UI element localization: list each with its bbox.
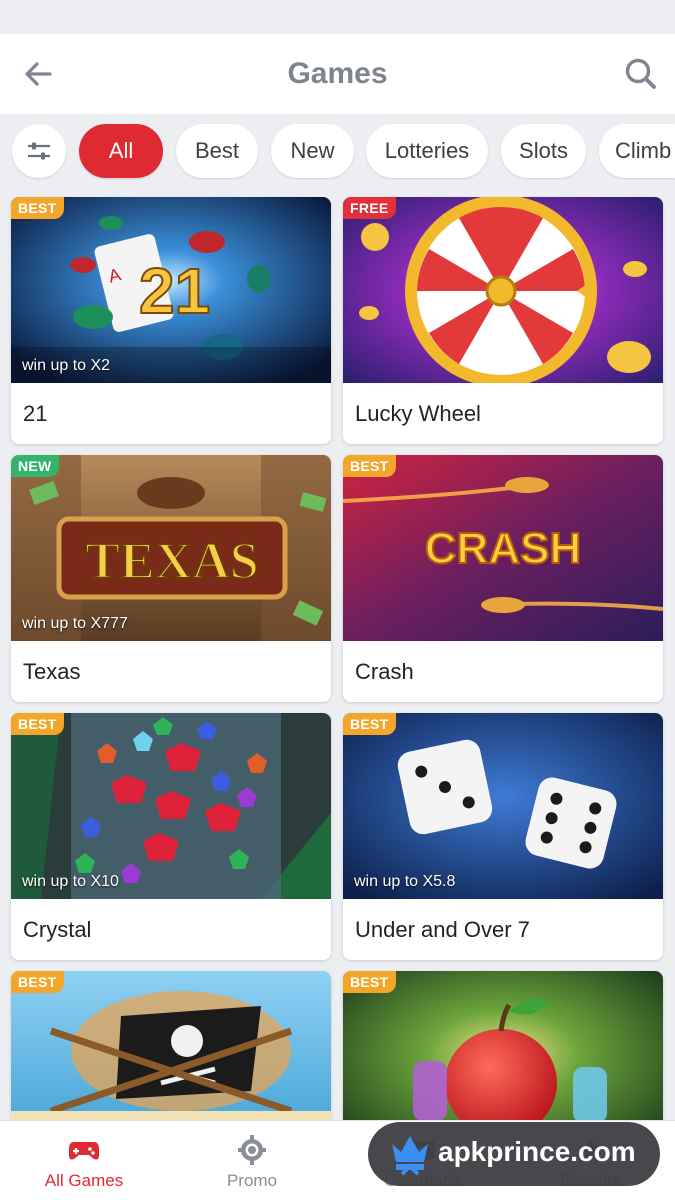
- game-badge: BEST: [343, 713, 396, 735]
- page-title: Games: [287, 57, 388, 90]
- game-card-crash[interactable]: CRASH BEST Crash: [343, 455, 663, 702]
- filter-settings-icon[interactable]: [12, 124, 66, 178]
- game-title: Texas: [23, 659, 81, 684]
- game-card-apple[interactable]: BEST: [343, 971, 663, 1120]
- win-multiplier: win up to X2: [22, 357, 111, 374]
- nav-promo[interactable]: Promo: [168, 1121, 336, 1200]
- art-title-texas: TEXAS: [85, 533, 258, 590]
- chip-new[interactable]: New: [271, 124, 354, 178]
- game-badge: FREE: [343, 197, 396, 219]
- game-badge: BEST: [11, 971, 64, 993]
- game-art: CRASH: [343, 455, 663, 641]
- game-badge: BEST: [343, 971, 396, 993]
- watermark-text: apkprince.com: [438, 1136, 636, 1167]
- filter-chip-bar: All Best New Lotteries Slots Climb: [0, 114, 675, 194]
- nav-all-games[interactable]: All Games: [0, 1121, 168, 1200]
- search-icon[interactable]: [621, 54, 661, 94]
- svg-text:21: 21: [139, 255, 210, 327]
- top-app-bar: Games: [0, 34, 675, 114]
- nav-label: All Games: [44, 1171, 124, 1190]
- game-art: TEXAS: [11, 455, 331, 641]
- art-title-crash: CRASH: [425, 524, 581, 573]
- game-card-crystal[interactable]: BEST win up to X10 Crystal: [11, 713, 331, 960]
- game-art: [343, 971, 663, 1120]
- chip-climb[interactable]: Climb: [599, 124, 675, 178]
- game-title: Crash: [355, 659, 414, 684]
- gamepad-icon: [68, 1135, 100, 1165]
- status-bar: [0, 0, 675, 34]
- crown-logo-icon: [388, 1130, 432, 1178]
- game-badge: NEW: [11, 455, 59, 477]
- game-art: [343, 197, 663, 383]
- nav-label: Promo: [226, 1171, 278, 1190]
- game-card-under-and-over-7[interactable]: BEST win up to X5.8 Under and Over 7: [343, 713, 663, 960]
- game-badge: BEST: [11, 713, 64, 735]
- game-title: Lucky Wheel: [355, 401, 481, 426]
- games-grid: A 21 BEST win up to X2 21 FREE Lucky Whe…: [0, 196, 675, 1120]
- win-multiplier: win up to X5.8: [354, 873, 456, 890]
- game-title: 21: [23, 401, 48, 426]
- game-card-21[interactable]: A 21 BEST win up to X2 21: [11, 197, 331, 444]
- game-badge: BEST: [11, 197, 64, 219]
- chip-lotteries[interactable]: Lotteries: [366, 124, 488, 178]
- gear-icon: [236, 1135, 268, 1165]
- game-card-pirate[interactable]: BEST: [11, 971, 331, 1120]
- game-card-texas[interactable]: TEXAS NEW win up to X777 Texas: [11, 455, 331, 702]
- game-art: A 21: [11, 197, 331, 383]
- watermark-banner: apkprince.com: [368, 1122, 660, 1186]
- chip-all[interactable]: All: [79, 124, 163, 178]
- win-multiplier: win up to X10: [22, 873, 119, 890]
- chip-best[interactable]: Best: [176, 124, 258, 178]
- game-art: [343, 713, 663, 899]
- game-art: [11, 713, 331, 899]
- game-title: Under and Over 7: [355, 917, 530, 942]
- chip-slots[interactable]: Slots: [501, 124, 586, 178]
- game-badge: BEST: [343, 455, 396, 477]
- game-art: [11, 971, 331, 1120]
- game-card-lucky-wheel[interactable]: FREE Lucky Wheel: [343, 197, 663, 444]
- win-multiplier: win up to X777: [22, 615, 128, 632]
- game-title: Crystal: [23, 917, 92, 942]
